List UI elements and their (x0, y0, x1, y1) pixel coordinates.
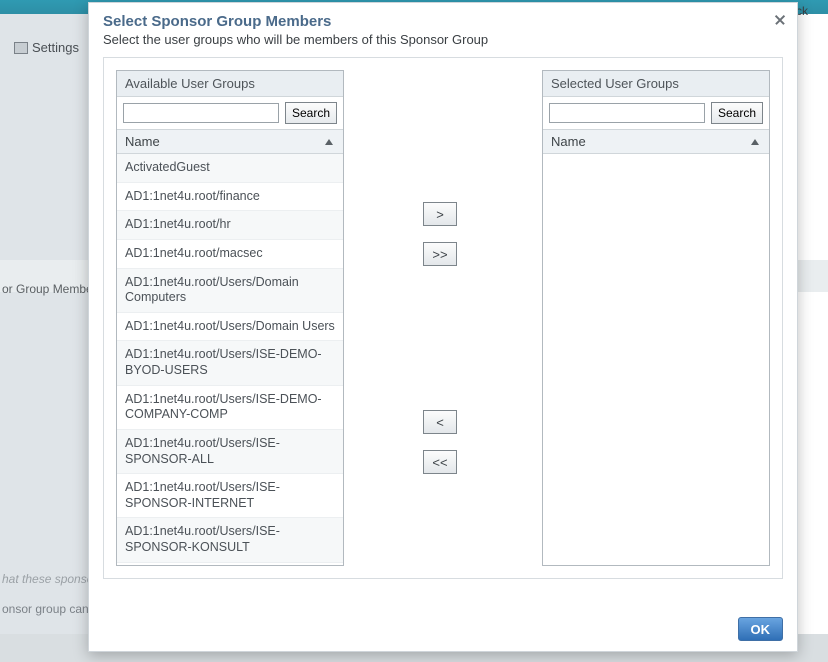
dialog-footer: OK (103, 617, 783, 641)
selected-search-input[interactable] (549, 103, 705, 123)
background-text-1: hat these sponsor (2, 572, 97, 586)
mover-remove-group: < << (423, 410, 463, 490)
available-column-name: Name (125, 134, 160, 149)
available-column-header[interactable]: Name (117, 130, 343, 154)
remove-all-button[interactable]: << (423, 450, 457, 474)
available-list[interactable]: ActivatedGuestAD1:1net4u.root/financeAD1… (117, 154, 343, 565)
settings-label: Settings (32, 40, 79, 55)
available-panel-title: Available User Groups (117, 71, 343, 97)
dialog-body: Available User Groups Search Name Activa… (103, 57, 783, 579)
add-one-button[interactable]: > (423, 202, 457, 226)
background-text-2: onsor group can (2, 602, 89, 616)
available-list-wrap: ActivatedGuestAD1:1net4u.root/financeAD1… (117, 154, 343, 565)
list-item[interactable]: AD1:1net4u.root/Users/ISE-SPONSOR-INTERN… (117, 474, 343, 518)
list-item[interactable]: ActivatedGuest (117, 154, 343, 183)
select-sponsor-group-members-dialog: Select Sponsor Group Members Select the … (88, 2, 798, 652)
list-item[interactable]: AD1:1net4u.root/Users/ISE-DEMO-COMPANY-C… (117, 386, 343, 430)
list-item[interactable]: AD1:1net4u.root/Users/Domain Computers (117, 269, 343, 313)
close-icon[interactable] (773, 13, 787, 27)
selected-column-name: Name (551, 134, 586, 149)
selected-search-bar: Search (543, 97, 769, 130)
list-item[interactable]: AD1:1net4u.root/Users/ISE-SPONSOR-KONSUL… (117, 518, 343, 562)
remove-one-button[interactable]: < (423, 410, 457, 434)
selected-list[interactable] (543, 154, 769, 565)
sort-asc-icon (751, 139, 759, 145)
available-panel: Available User Groups Search Name Activa… (116, 70, 344, 566)
settings-badge[interactable]: Settings (14, 40, 79, 55)
dialog-title: Select Sponsor Group Members (89, 3, 797, 32)
selected-search-button[interactable]: Search (711, 102, 763, 124)
mover-add-group: > >> (423, 202, 463, 282)
sort-asc-icon (325, 139, 333, 145)
selected-panel: Selected User Groups Search Name (542, 70, 770, 566)
breadcrumb-fragment: or Group Membe (2, 282, 93, 296)
list-item[interactable]: AD1:1net4u.root/Users/Domain Users (117, 313, 343, 342)
monitor-icon (14, 42, 28, 54)
available-search-input[interactable] (123, 103, 279, 123)
list-item[interactable]: AD1:1net4u.root/Users/ISE-DEMO-BYOD-USER… (117, 341, 343, 385)
dialog-subtitle: Select the user groups who will be membe… (89, 32, 797, 57)
add-all-button[interactable]: >> (423, 242, 457, 266)
list-item[interactable]: AD1:1net4u.root/hr (117, 211, 343, 240)
list-item[interactable]: AD1:1net4u.root/finance (117, 183, 343, 212)
ok-button[interactable]: OK (738, 617, 784, 641)
list-item[interactable]: AD1:1net4u.root/Users/ISE-SPONSOR-ALL (117, 430, 343, 474)
selected-panel-title: Selected User Groups (543, 71, 769, 97)
available-search-bar: Search (117, 97, 343, 130)
list-item[interactable]: AD1:1net4u.root/macsec (117, 240, 343, 269)
selected-column-header[interactable]: Name (543, 130, 769, 154)
selected-list-wrap (543, 154, 769, 565)
app-sidebar-bg (0, 0, 88, 662)
available-search-button[interactable]: Search (285, 102, 337, 124)
list-item[interactable]: AD1:1net4u.root/XM/XenMobile (117, 563, 343, 565)
